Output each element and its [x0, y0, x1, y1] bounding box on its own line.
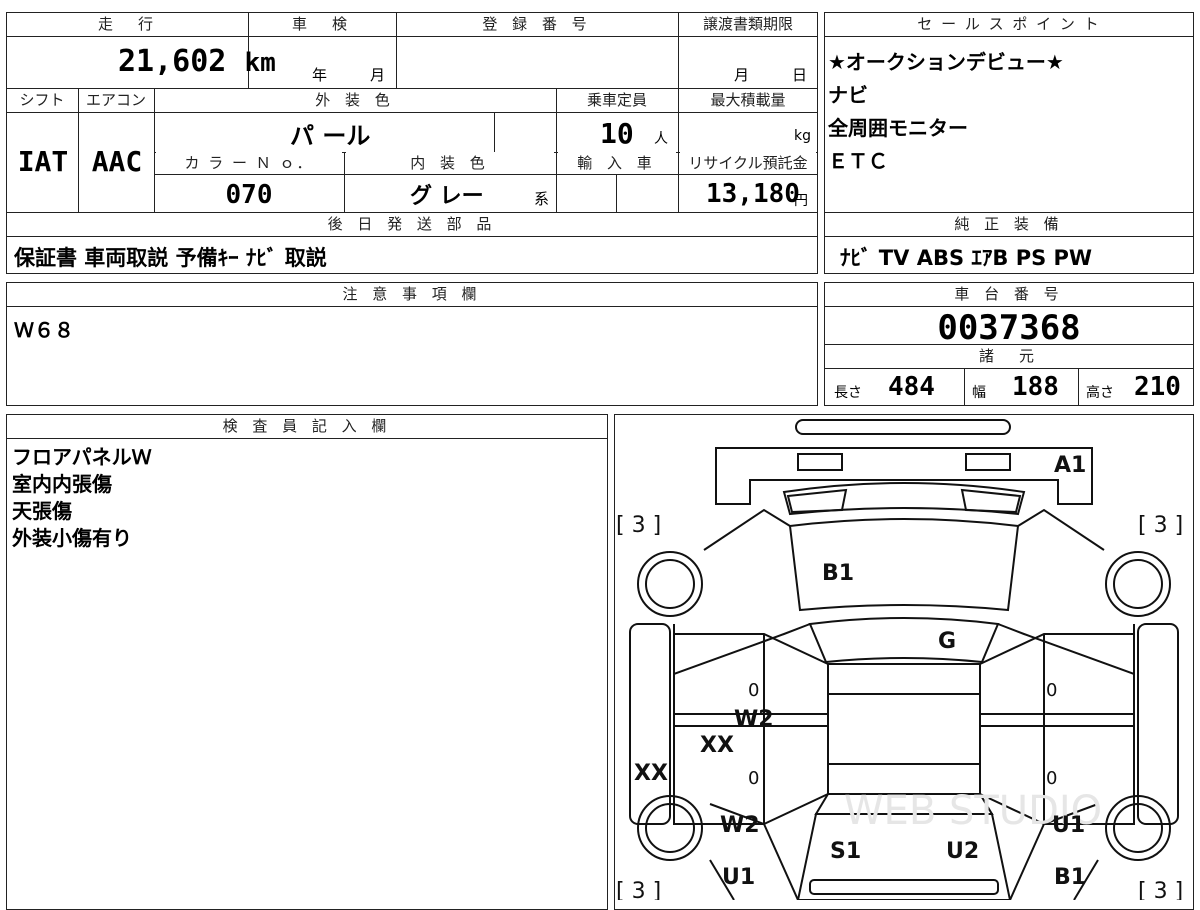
front-right-wheel — [1105, 551, 1171, 617]
inspection-year-label: 年 — [312, 66, 328, 84]
recycle-header: リサイクル預託金 — [680, 152, 816, 174]
body-outline — [703, 508, 1105, 551]
grille-left — [786, 488, 848, 514]
left-headlight — [797, 453, 843, 471]
right-headlight — [965, 453, 1011, 471]
mark-u2: U2 — [946, 839, 979, 864]
roof — [827, 663, 981, 795]
max-load-unit: kg — [794, 128, 811, 144]
chassis-header: 車 台 番 号 — [826, 283, 1192, 305]
inspection-header: 車 検 — [250, 13, 394, 35]
mark-zero: 0 — [748, 680, 759, 701]
mark-w2-left: W2 — [734, 707, 774, 732]
front-body-outline — [715, 447, 1093, 505]
mark-u1-rear-left: U1 — [722, 865, 755, 890]
height-label: 高さ — [1086, 385, 1114, 401]
mileage-number: 21,602 — [118, 44, 227, 79]
later-parts-value: 保証書 車両取説 予備ｷｰ ﾅﾋﾞ 取説 — [14, 246, 327, 270]
interior-suffix: 系 — [534, 190, 550, 208]
inspection-month-label: 月 — [370, 66, 386, 84]
front-bumper — [795, 419, 1011, 435]
sales-point-line: 全周囲モニター — [828, 116, 968, 140]
exterior-color-header: 外 装 色 — [156, 89, 554, 111]
sales-point-line: ★オークションデビュー★ — [828, 50, 1064, 74]
right-side-sill — [1137, 623, 1179, 825]
factory-equipment-value: ﾅﾋﾞ TV ABS ｴｱB PS PW — [840, 246, 1093, 270]
inspector-line: 外装小傷有り — [12, 526, 132, 550]
inspector-line: フロアパネルＷ — [12, 445, 152, 469]
interior-color-value: グ レー — [410, 184, 484, 209]
notes-value: Ｗ６８ — [14, 318, 74, 342]
sales-point-line: ナビ — [828, 83, 868, 107]
mark-g: G — [938, 629, 956, 654]
capacity-header: 乗車定員 — [558, 89, 676, 111]
car-diagram: WEB STUDIO [ 3 ] [ 3 ] [ 3 ] [ 3 ] A1 B1… — [616, 419, 1183, 900]
mark-xx-left-side: XX — [634, 761, 668, 786]
windshield-upper — [782, 482, 1026, 516]
mark-zero: 0 — [748, 768, 759, 789]
mark-xx-left-door: XX — [700, 733, 734, 758]
transfer-month-label: 月 — [734, 66, 750, 84]
chassis-number: 0037368 — [937, 308, 1081, 348]
mark-u1-rear-right: U1 — [1052, 813, 1085, 838]
mark-zero: 0 — [1046, 680, 1057, 701]
length-value: 484 — [888, 372, 935, 402]
tread-rear-right: [ 3 ] — [1138, 879, 1183, 900]
exterior-color-value: パ ール — [290, 122, 371, 150]
capacity-value: 10 — [600, 117, 634, 150]
mark-w2-rear-left: W2 — [720, 813, 760, 838]
mark-zero: 0 — [1046, 768, 1057, 789]
sales-points-header: セ ー ル ス ポ イ ン ト — [826, 13, 1192, 35]
transfer-deadline-header: 譲渡書類期限 — [680, 13, 816, 35]
mileage-header: 走 行 — [10, 13, 246, 35]
recycle-fee-value: 13,180 — [706, 179, 800, 209]
shift-value: IAT — [17, 145, 69, 178]
width-value: 188 — [1012, 372, 1059, 402]
transfer-day-label: 日 — [792, 66, 808, 84]
recycle-unit: 円 — [794, 193, 808, 209]
factory-equipment-header: 純 正 装 備 — [826, 213, 1192, 235]
ac-header: エアコン — [80, 89, 152, 111]
color-no-header: カ ラ ー Ｎ ｏ． — [156, 152, 342, 174]
tread-rear-left: [ 3 ] — [616, 879, 661, 900]
inspector-header: 検 査 員 記 入 欄 — [8, 415, 606, 437]
tread-front-right: [ 3 ] — [1138, 513, 1183, 538]
registration-header: 登 録 番 号 — [398, 13, 676, 35]
left-side-sill — [629, 623, 671, 825]
front-left-wheel — [637, 551, 703, 617]
width-label: 幅 — [972, 385, 986, 401]
capacity-unit: 人 — [654, 131, 668, 147]
import-header: 輸 入 車 — [558, 152, 676, 174]
grille-right — [960, 488, 1022, 514]
rear-bumper — [809, 879, 999, 895]
sales-point-line: ＥＴＣ — [828, 149, 888, 173]
windshield — [808, 617, 1000, 664]
max-load-header: 最大積載量 — [680, 89, 816, 111]
notes-header: 注 意 事 項 欄 — [8, 283, 816, 305]
specs-header: 諸 元 — [826, 345, 1192, 367]
color-no-value: 070 — [225, 180, 273, 210]
mileage-unit: km — [244, 48, 276, 78]
interior-color-header: 内 装 色 — [346, 152, 554, 174]
height-value: 210 — [1134, 372, 1181, 402]
length-label: 長さ — [834, 385, 862, 401]
mark-b1-hood: B1 — [822, 561, 854, 586]
inspector-line: 天張傷 — [12, 499, 72, 523]
inspector-line: 室内内張傷 — [12, 472, 112, 496]
mark-a1: A1 — [1054, 453, 1086, 478]
shift-header: シフト — [8, 89, 76, 111]
mark-s1: S1 — [830, 839, 861, 864]
later-parts-header: 後 日 発 送 部 品 — [8, 213, 816, 235]
ac-value: AAC — [91, 145, 143, 178]
mark-b1-rear-right: B1 — [1054, 865, 1086, 890]
mileage-value: 21,602 km — [118, 44, 276, 79]
tread-front-left: [ 3 ] — [616, 513, 661, 538]
